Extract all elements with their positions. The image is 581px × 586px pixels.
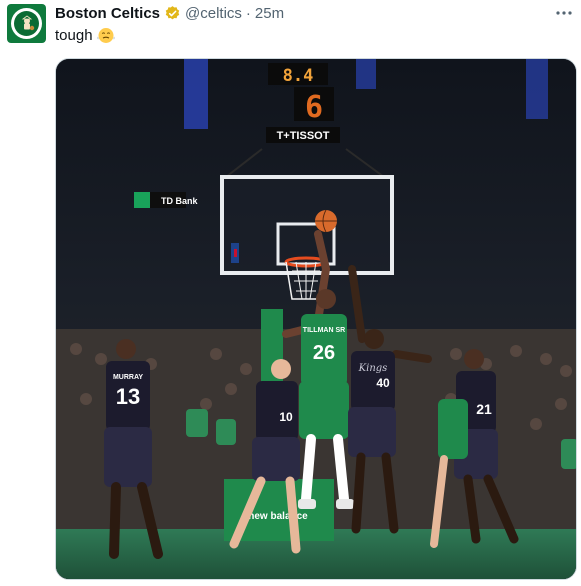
tissot-sponsor: T+TISSOT <box>277 130 330 142</box>
kings-jersey-10: 10 <box>279 410 293 424</box>
tweet-header: Boston Celtics @celtics · 25m <box>55 3 284 23</box>
more-options-icon[interactable] <box>555 6 573 20</box>
celtics-logo-icon <box>11 8 42 39</box>
celtics-jersey-name: TILLMAN SR <box>303 327 345 334</box>
tweet-body: tough <box>55 26 93 44</box>
celtics-jersey-number: 26 <box>313 342 335 364</box>
avatar[interactable] <box>7 4 46 43</box>
shot-clock-text: 6 <box>305 90 323 125</box>
kings-jersey-21: 21 <box>476 401 492 417</box>
kings-jersey-13: 13 <box>116 384 140 409</box>
tweet-photo[interactable]: new balance 8.4 6 T+TISSOT TD Bank TILLM… <box>55 58 577 580</box>
td-bank-sign: TD Bank <box>161 196 199 206</box>
kings-script: Kings <box>358 363 388 374</box>
verified-badge-icon[interactable] <box>164 5 181 22</box>
kings-jersey-40: 40 <box>376 376 390 390</box>
tweet-text: tough <box>55 26 115 44</box>
kings-jersey-name-13: MURRAY <box>113 374 143 381</box>
game-clock-text: 8.4 <box>283 66 314 86</box>
separator-dot: · <box>245 4 251 22</box>
steaming-face-emoji-icon <box>96 26 115 44</box>
courtside-brand: new balance <box>248 511 308 522</box>
tweet-card: Boston Celtics @celtics · 25m tough new … <box>0 0 581 586</box>
display-name[interactable]: Boston Celtics <box>55 5 160 22</box>
timestamp[interactable]: 25m <box>255 5 284 22</box>
handle[interactable]: @celtics <box>185 5 242 22</box>
